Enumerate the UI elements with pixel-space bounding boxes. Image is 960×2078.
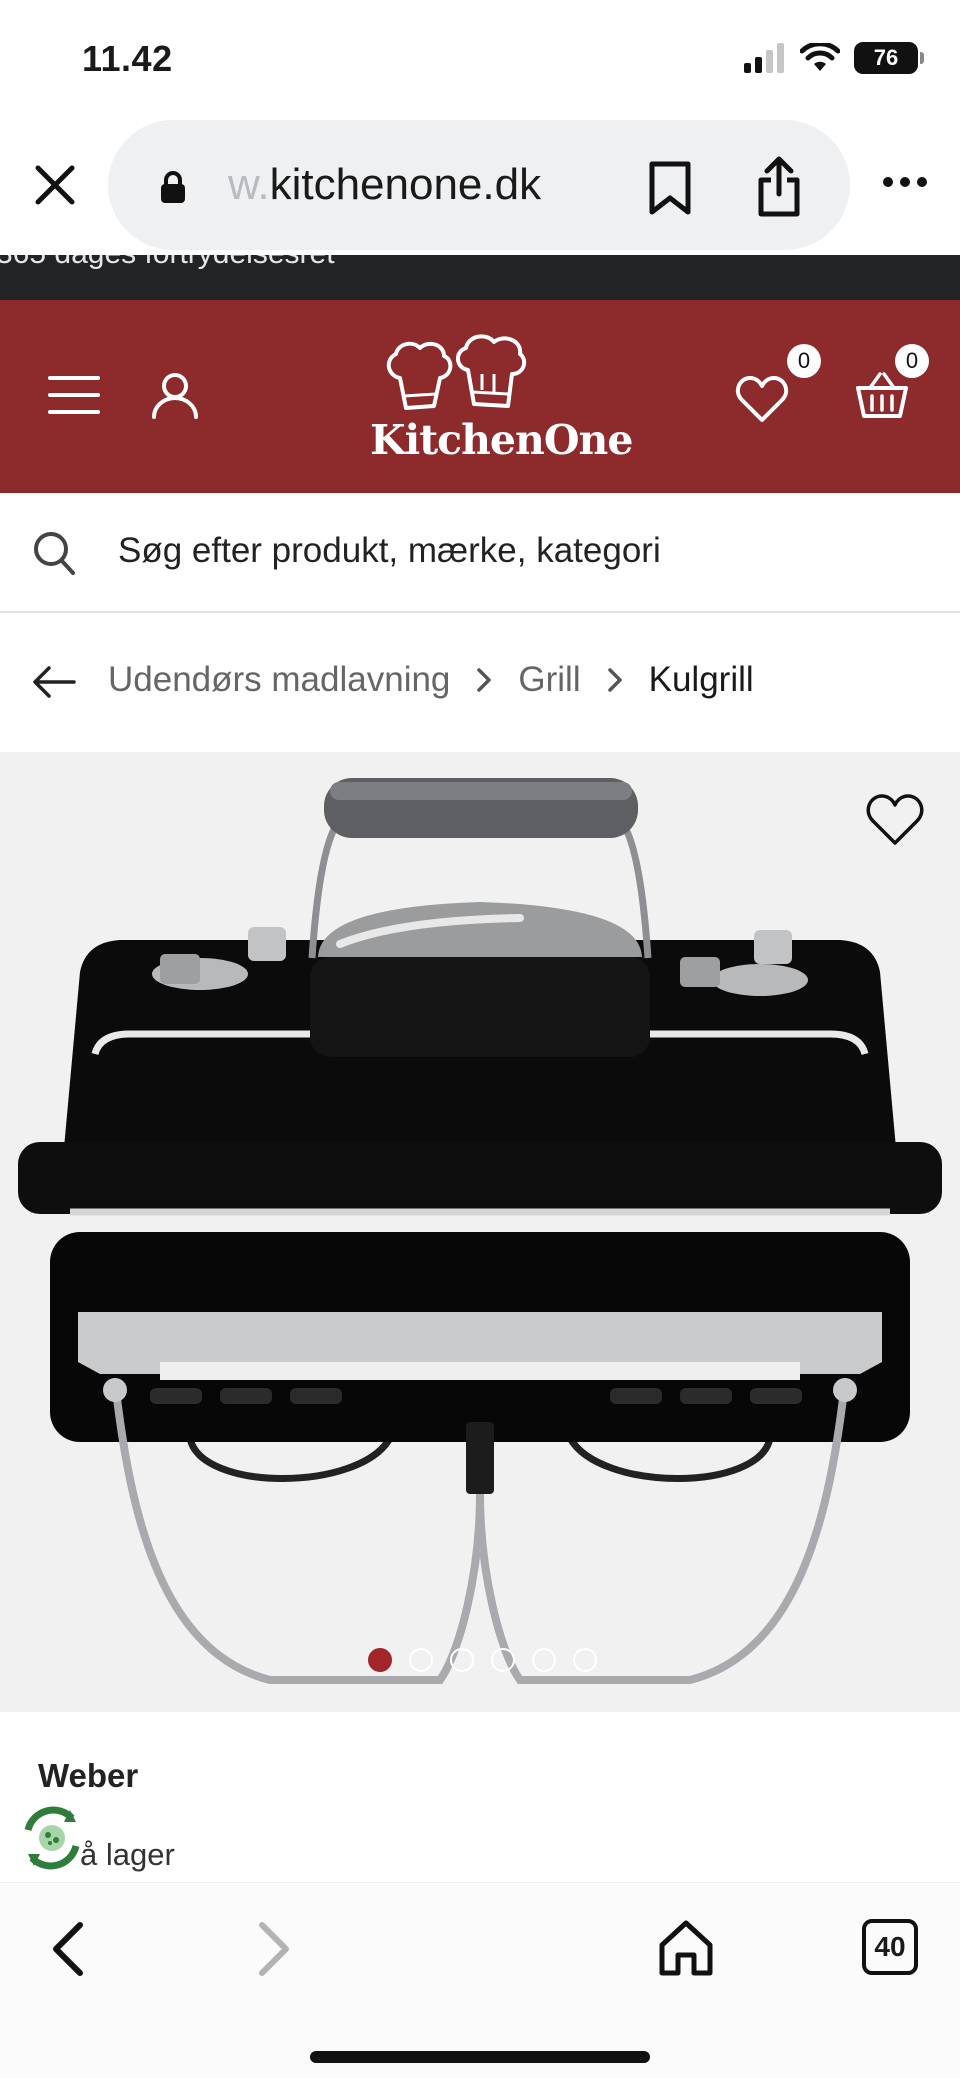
wishlist-heart-icon[interactable]: [734, 374, 790, 424]
wifi-icon: [800, 43, 840, 71]
gallery-dot[interactable]: [450, 1648, 474, 1672]
search-input[interactable]: Søg efter produkt, mærke, kategori: [118, 531, 661, 571]
product-brand[interactable]: Weber: [38, 1757, 138, 1795]
gallery-pagination: [368, 1648, 597, 1672]
gallery-dot[interactable]: [532, 1648, 556, 1672]
breadcrumb-trail: Udendørs madlavning Grill Kulgrill: [108, 660, 754, 700]
product-image-gallery[interactable]: [0, 752, 960, 1712]
browser-forward-icon[interactable]: [252, 1919, 296, 1979]
battery-indicator: 76: [854, 42, 924, 74]
home-icon[interactable]: [658, 1919, 714, 1977]
recycle-badge-icon[interactable]: [14, 1800, 90, 1876]
tabs-button[interactable]: 40: [862, 1919, 918, 1975]
promo-text: 365 dages fortrydelsesret: [0, 255, 335, 271]
gallery-dot[interactable]: [573, 1648, 597, 1672]
back-arrow-icon[interactable]: [32, 665, 76, 699]
status-bar: 11.42 76: [0, 0, 960, 115]
chevron-right-icon: [607, 668, 622, 692]
search-icon: [34, 532, 75, 575]
account-icon[interactable]: [150, 370, 200, 420]
gallery-dot[interactable]: [409, 1648, 433, 1672]
signal-icon: [744, 43, 784, 73]
lock-icon: [161, 171, 185, 203]
share-icon[interactable]: [756, 156, 802, 218]
gallery-dot[interactable]: [491, 1648, 515, 1672]
logo-text: KitchenOne: [370, 416, 633, 464]
browser-back-icon[interactable]: [46, 1919, 90, 1979]
cart-count-badge: 0: [895, 344, 929, 378]
menu-icon[interactable]: [48, 374, 100, 416]
browser-toolbar: 40: [0, 1882, 960, 2078]
browser-address-bar: w.kitchenone.dk: [0, 115, 960, 255]
close-icon[interactable]: [30, 160, 80, 210]
url-text: w.kitchenone.dk: [228, 160, 628, 210]
breadcrumb-item-outdoor-cooking[interactable]: Udendørs madlavning: [108, 660, 450, 700]
breadcrumb-item-grill[interactable]: Grill: [518, 660, 580, 700]
bookmark-icon[interactable]: [648, 160, 692, 216]
breadcrumb: Udendørs madlavning Grill Kulgrill: [0, 615, 960, 751]
gallery-dot[interactable]: [368, 1648, 392, 1672]
url-domain: kitchenone.dk: [269, 160, 542, 209]
favorite-heart-icon[interactable]: [864, 792, 926, 848]
url-field[interactable]: w.kitchenone.dk: [108, 120, 850, 250]
status-time: 11.42: [82, 38, 173, 79]
kitchenone-logo[interactable]: KitchenOne: [370, 330, 633, 470]
promo-strip: 365 dages fortrydelsesret: [0, 255, 960, 300]
stock-status: å lager: [80, 1837, 175, 1872]
basket-icon[interactable]: [854, 370, 910, 420]
product-info: Weber å lager: [0, 1712, 960, 1882]
breadcrumb-item-current: Kulgrill: [648, 660, 754, 699]
search-bar[interactable]: Søg efter produkt, mærke, kategori: [0, 493, 960, 613]
wishlist-count-badge: 0: [787, 344, 821, 378]
status-icons: 76: [744, 42, 924, 74]
site-header: KitchenOne 0 0: [0, 300, 960, 493]
grill-product-image: [18, 778, 942, 1684]
chef-hats-logo-icon: [386, 334, 527, 410]
url-faded-part: w.: [228, 160, 270, 209]
home-indicator: [310, 2051, 650, 2063]
more-options-icon[interactable]: [882, 173, 928, 191]
chevron-right-icon: [477, 668, 492, 692]
